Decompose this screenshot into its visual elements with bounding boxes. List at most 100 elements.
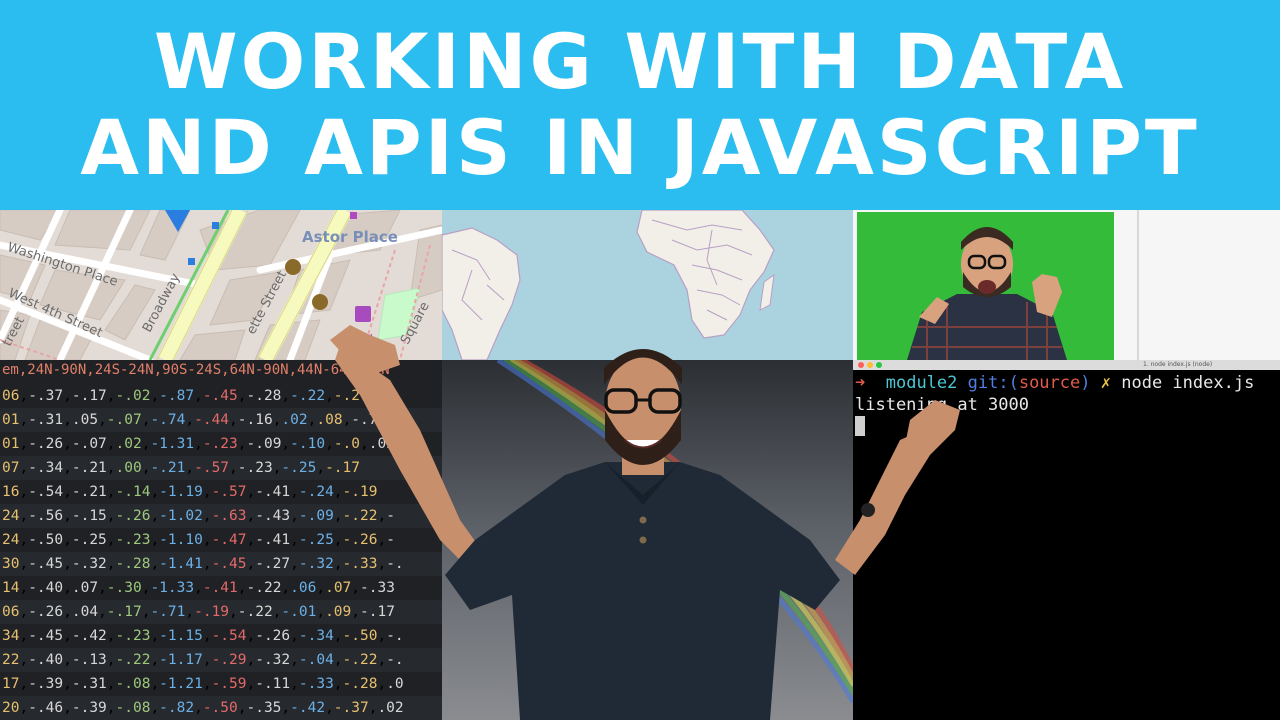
- csv-cell: -.34: [28, 460, 64, 476]
- csv-header: em,24N-90N,24S-24N,90S-24S,64N-90N,44N-6…: [2, 362, 390, 378]
- csv-cell: -.82: [159, 700, 195, 716]
- terminal-window[interactable]: 1. node index.js (node) ➜ module2 git:(s…: [853, 360, 1280, 720]
- minimize-window-icon[interactable]: [867, 362, 873, 368]
- csv-cell: -.26: [255, 628, 291, 644]
- csv-cell: -.40: [28, 580, 64, 596]
- csv-cell: -.07: [71, 436, 107, 452]
- csv-cell: .07: [71, 580, 99, 596]
- csv-cell: -.7: [351, 412, 378, 428]
- csv-cell: -.59: [211, 676, 247, 692]
- csv-cell: -.28: [115, 556, 151, 572]
- csv-cell: -.17: [360, 604, 395, 620]
- csv-cell: 20: [2, 700, 20, 716]
- csv-row: 06,-.26,.04,-.17,-.71,-.19,-.22,-.01,.09…: [0, 600, 442, 624]
- csv-cell: -.10: [290, 436, 326, 452]
- csv-cell: 06: [2, 388, 20, 404]
- csv-cell: -.45: [211, 556, 247, 572]
- csv-cell: -.11: [255, 676, 291, 692]
- rainbow-background-panel: [442, 360, 853, 720]
- csv-cell: -.23: [237, 460, 273, 476]
- prompt-branch: source: [1018, 373, 1081, 393]
- csv-cell: -.0: [368, 388, 395, 404]
- csv-cell: -1.41: [159, 556, 203, 572]
- csv-cell: -.25: [71, 532, 107, 548]
- csv-cell: -.57: [211, 484, 247, 500]
- csv-cell: -.50: [202, 700, 238, 716]
- csv-cell: -.32: [298, 556, 334, 572]
- maximize-window-icon[interactable]: [876, 362, 882, 368]
- csv-cell: -.39: [28, 676, 64, 692]
- csv-cell: -.2: [333, 388, 360, 404]
- csv-row: 24,-.56,-.15,-.26,-1.02,-.63,-.43,-.09,-…: [0, 504, 442, 528]
- csv-cell: -.14: [115, 484, 151, 500]
- csv-cell: 16: [2, 484, 20, 500]
- greenscreen-video: [857, 212, 1114, 360]
- terminal-titlebar[interactable]: 1. node index.js (node): [853, 360, 1280, 370]
- csv-cell: -.32: [71, 556, 107, 572]
- csv-row: 06,-.37,-.17,-.02,-.87,-.45,-.28,-.22,-.…: [2, 388, 395, 404]
- csv-cell: -.22: [290, 388, 326, 404]
- csv-cell: .06: [290, 580, 317, 596]
- terminal-cursor[interactable]: [855, 416, 865, 436]
- csv-cell: -1.33: [150, 580, 195, 596]
- csv-cell: -.87: [159, 388, 195, 404]
- csv-cell: .07: [325, 580, 352, 596]
- csv-cell: -: [386, 532, 395, 548]
- csv-cell: .02: [368, 436, 395, 452]
- csv-cell: .0: [386, 676, 404, 692]
- dirty-mark-icon: ✗: [1100, 373, 1111, 393]
- csv-row: 20,-.46,-.39,-.08,-.82,-.50,-.35,-.42,-.…: [0, 696, 442, 720]
- csv-cell: -.22: [342, 652, 378, 668]
- csv-cell: -.09: [246, 436, 282, 452]
- csv-cell: .04: [71, 604, 99, 620]
- csv-cell: 17: [2, 676, 20, 692]
- csv-cell: -.32: [255, 652, 291, 668]
- csv-row: 14,-.40,.07,-.30,-1.33,-.41,-.22,.06,.07…: [2, 580, 395, 596]
- csv-cell: 30: [2, 556, 20, 572]
- csv-cell: -.22: [342, 508, 378, 524]
- prompt-directory: module2: [885, 373, 958, 393]
- csv-cell: -.50: [342, 628, 378, 644]
- csv-cell: -.08: [115, 676, 151, 692]
- csv-cell: .02: [281, 412, 308, 428]
- csv-cell: -.45: [28, 628, 64, 644]
- csv-cell: -.21: [150, 460, 186, 476]
- csv-cell: -.13: [71, 652, 107, 668]
- csv-cell: -.41: [255, 532, 291, 548]
- csv-cell: -.46: [28, 700, 64, 716]
- greenscreen-divider: [1137, 210, 1139, 360]
- csv-cell: .00: [115, 460, 142, 476]
- csv-cell: -.23: [202, 436, 238, 452]
- csv-cell: .02: [115, 436, 142, 452]
- csv-cell: -.01: [281, 604, 317, 620]
- csv-cell: -.21: [71, 460, 107, 476]
- csv-cell: 24: [2, 532, 20, 548]
- csv-cell: -.15: [71, 508, 107, 524]
- csv-cell: -.17: [325, 460, 360, 476]
- csv-cell: -.47: [211, 532, 247, 548]
- csv-cell: -.50: [28, 532, 64, 548]
- csv-cell: -.27: [255, 556, 291, 572]
- csv-cell: -.07: [106, 412, 142, 428]
- terminal-command: node index.js: [1121, 373, 1255, 393]
- csv-cell: -.42: [71, 628, 107, 644]
- title-line-1: WORKING WITH DATA: [153, 17, 1127, 106]
- terminal-command-line: ➜ module2 git:(source) ✗ node index.js: [855, 372, 1254, 394]
- csv-cell: -.45: [202, 388, 238, 404]
- csv-cell: -.0: [333, 436, 361, 452]
- csv-cell: .02: [377, 700, 404, 716]
- csv-row: 17,-.39,-.31,-.08,-1.21,-.59,-.11,-.33,-…: [2, 676, 404, 692]
- csv-cell: -.33: [360, 580, 395, 596]
- csv-cell: -.24: [298, 484, 334, 500]
- muji-label: MUJI: [347, 332, 374, 346]
- close-window-icon[interactable]: [858, 362, 864, 368]
- csv-cell: -.22: [246, 580, 282, 596]
- csv-cell: -1.17: [159, 652, 203, 668]
- world-map-panel: [442, 210, 853, 360]
- csv-cell: .08: [316, 412, 343, 428]
- csv-cell: -.34: [298, 628, 334, 644]
- csv-row: 01,-.26,-.07,.02,-1.31,-.23,-.09,-.10,-.…: [2, 436, 395, 452]
- csv-cell: -.25: [298, 532, 334, 548]
- prompt-git-label: git:(: [967, 373, 1019, 393]
- csv-cell: -.37: [333, 700, 369, 716]
